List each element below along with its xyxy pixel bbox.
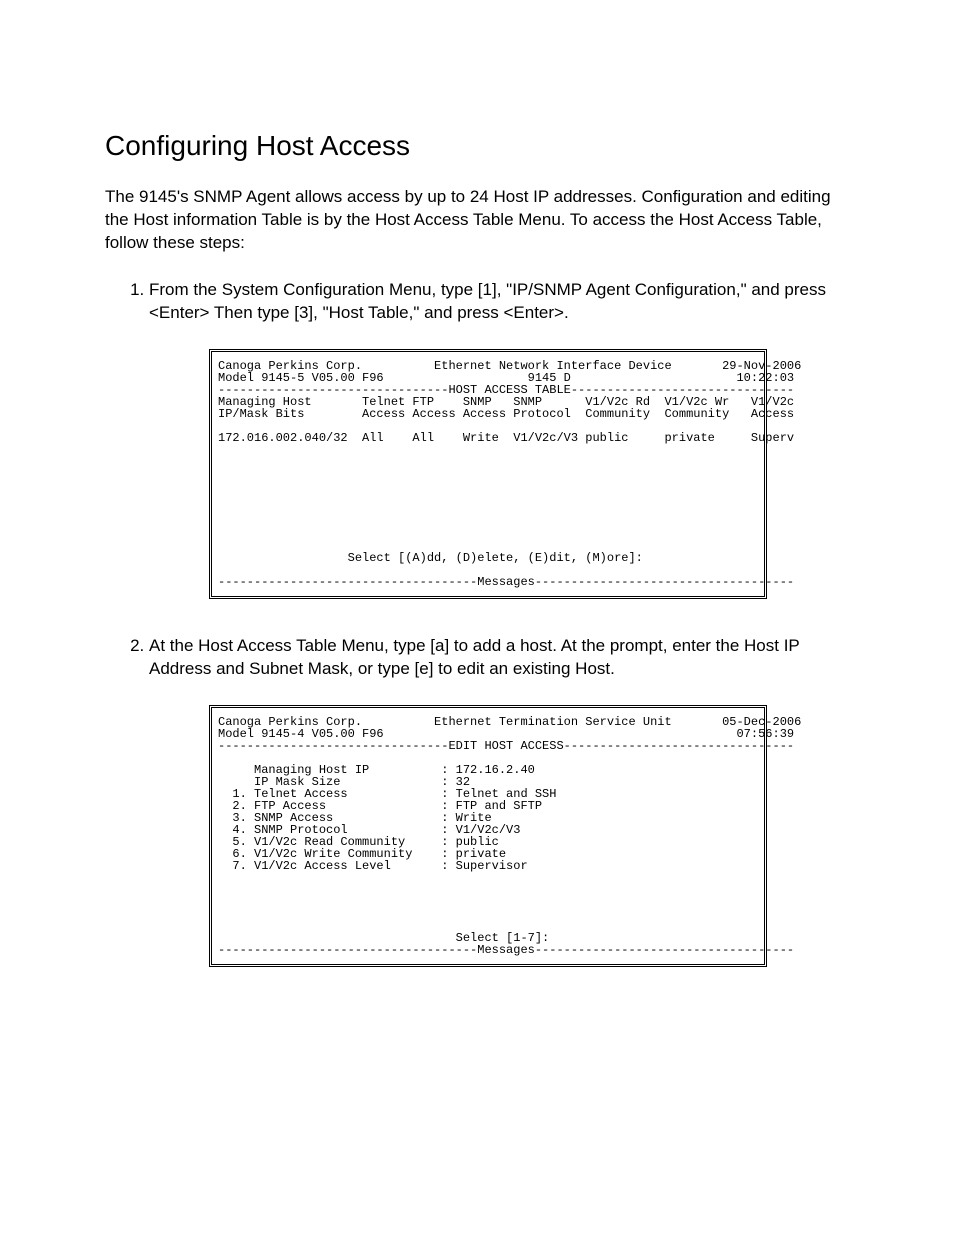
- document-page: Configuring Host Access The 9145's SNMP …: [0, 0, 954, 1235]
- step-2: At the Host Access Table Menu, type [a] …: [149, 635, 849, 967]
- steps-list: From the System Configuration Menu, type…: [129, 279, 849, 967]
- step-1-text: From the System Configuration Menu, type…: [149, 280, 826, 322]
- step-2-text: At the Host Access Table Menu, type [a] …: [149, 636, 799, 678]
- terminal-screen-host-access-table: Canoga Perkins Corp. Ethernet Network In…: [209, 349, 767, 599]
- step-1: From the System Configuration Menu, type…: [149, 279, 849, 599]
- intro-paragraph: The 9145's SNMP Agent allows access by u…: [105, 186, 849, 255]
- terminal-screen-edit-host-access: Canoga Perkins Corp. Ethernet Terminatio…: [209, 705, 767, 967]
- page-title: Configuring Host Access: [105, 130, 849, 162]
